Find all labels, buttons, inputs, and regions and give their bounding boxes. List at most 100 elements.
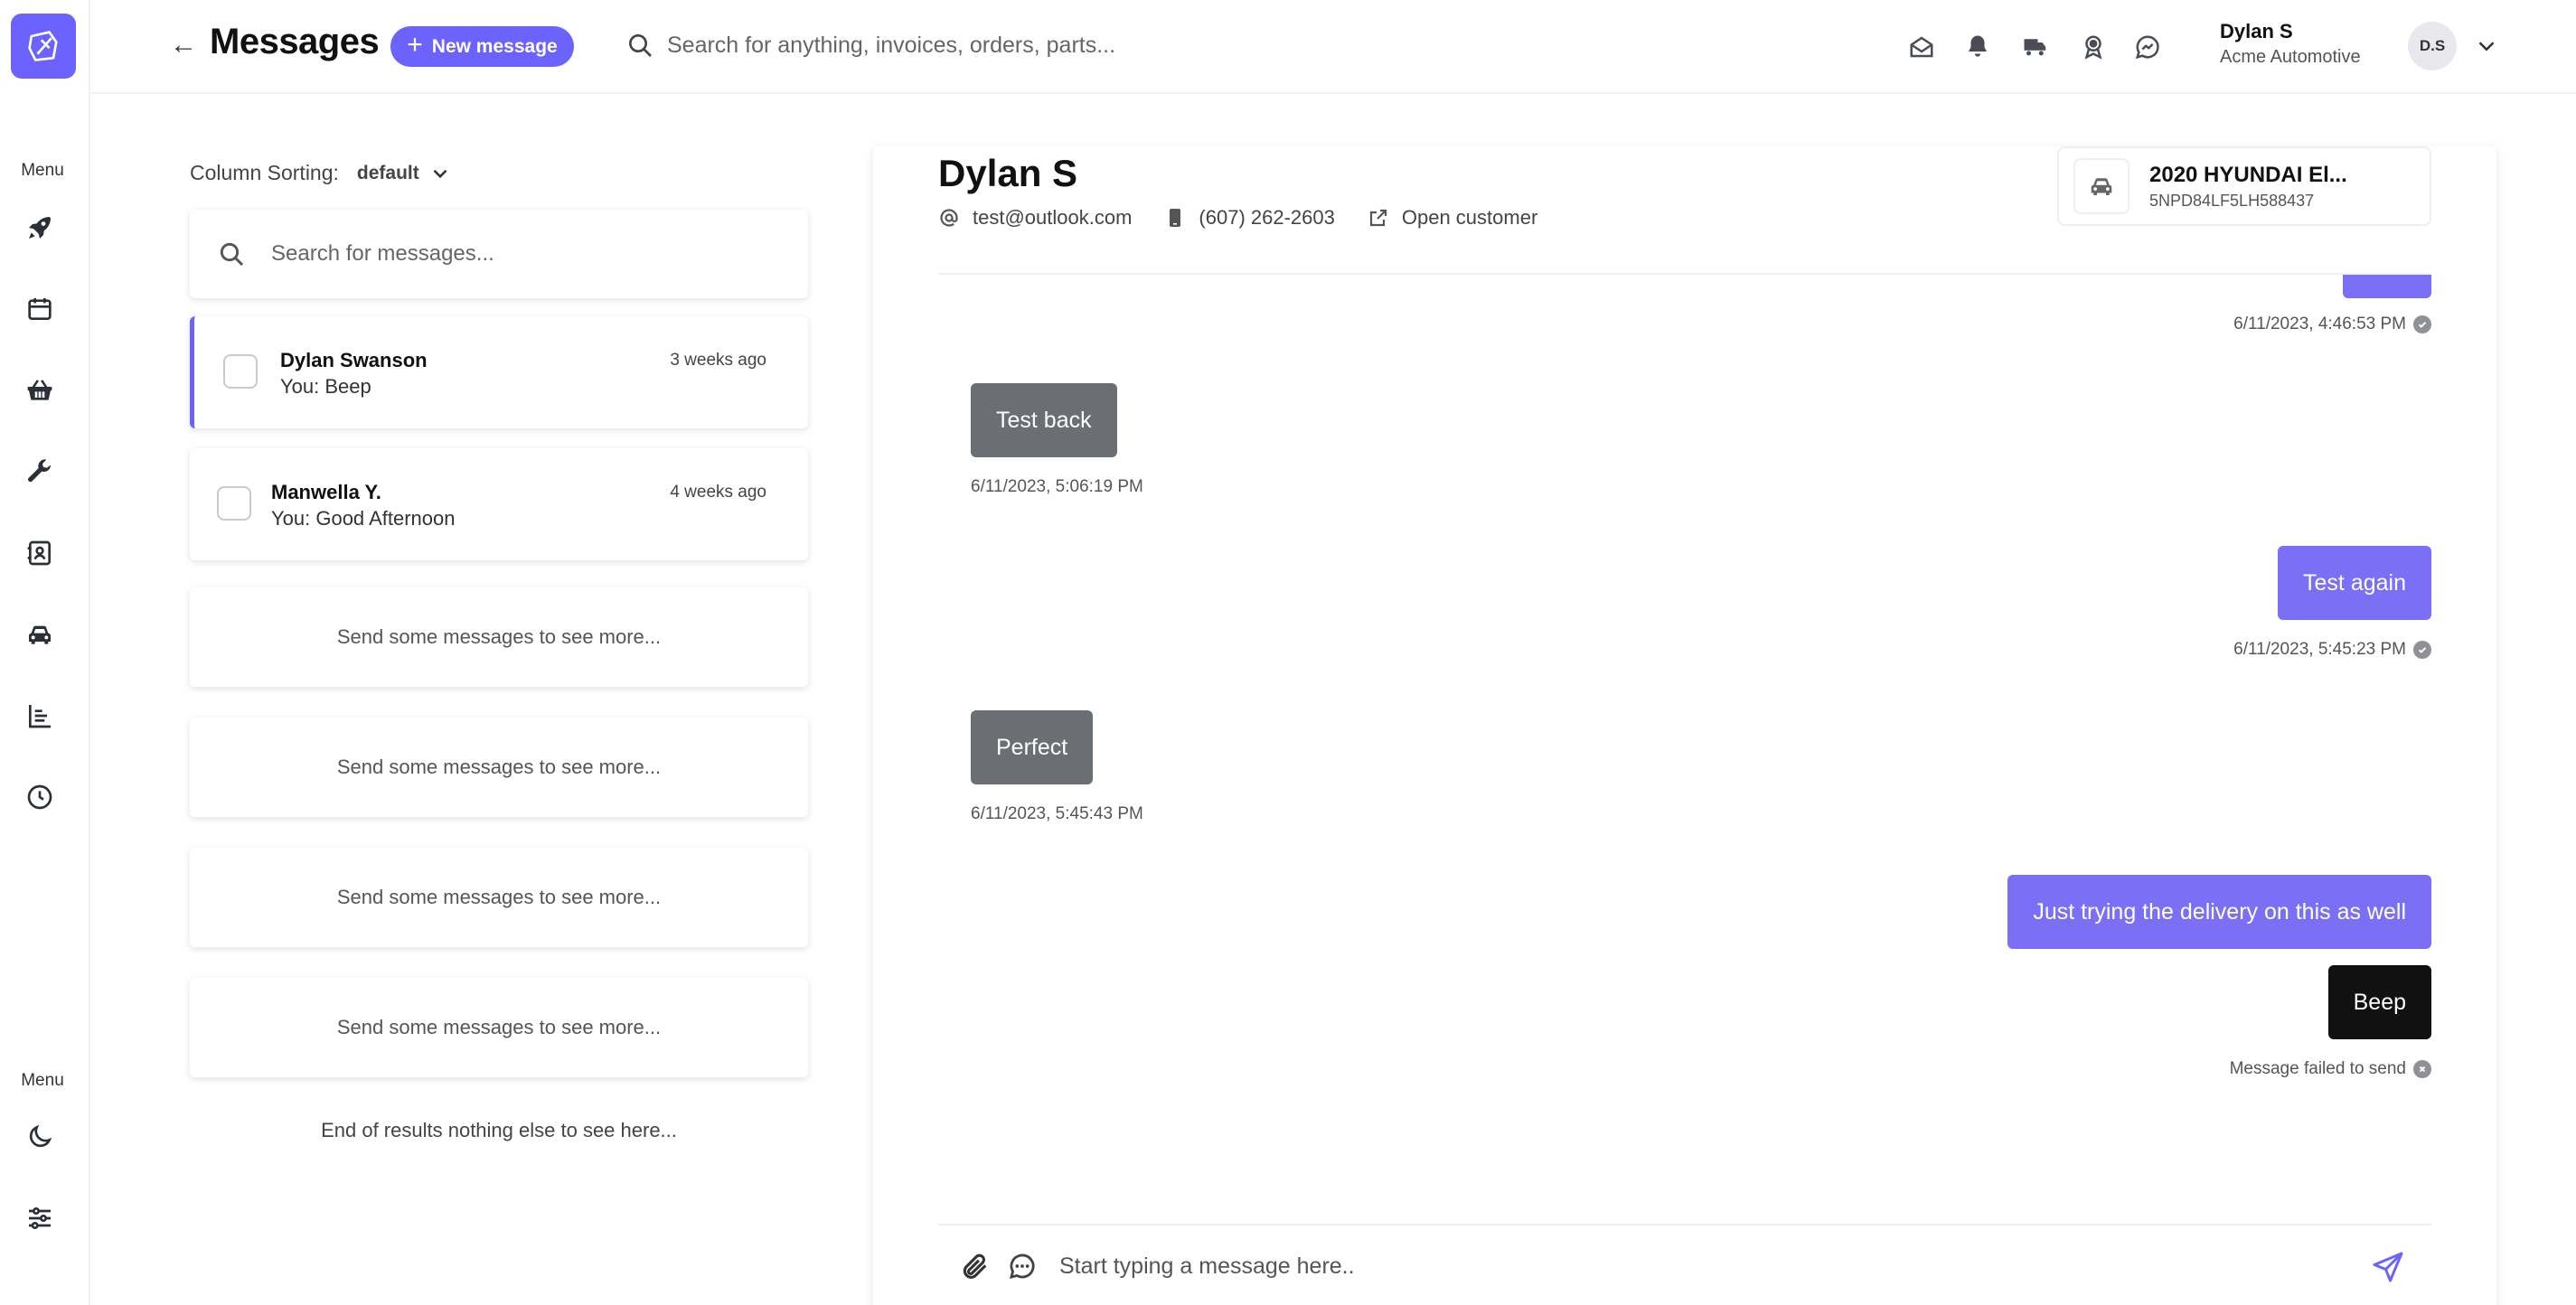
open-customer-link[interactable]: Open customer [1368, 206, 1537, 230]
chat-bubble-icon[interactable] [1007, 1251, 1038, 1282]
message-input[interactable] [1059, 1253, 2234, 1280]
bell-icon [1969, 35, 1987, 57]
search-icon [629, 34, 652, 57]
search-icon [220, 242, 244, 267]
contact-phone: (607) 262-2603 [1164, 206, 1335, 230]
message-bubble-incoming: Test back [971, 383, 1117, 457]
message-timestamp: 6/11/2023, 5:45:23 PM [2233, 640, 2431, 660]
rail-dark-mode-button[interactable] [22, 1119, 58, 1155]
message-thread: 6/11/2023, 4:46:53 PM Test back 6/11/202… [938, 275, 2431, 1305]
avatar[interactable]: D.S [2408, 22, 2457, 70]
composer-divider [938, 1224, 2431, 1225]
sort-value[interactable]: default [357, 163, 419, 184]
logo-icon [28, 31, 58, 61]
conversation-time: 4 weeks ago [670, 483, 766, 502]
contact-email-text: test@outlook.com [973, 206, 1133, 229]
message-bubble-failed: Beep [2327, 965, 2431, 1039]
conversation-checkbox[interactable] [217, 486, 251, 521]
chevron-down-icon[interactable] [428, 162, 452, 185]
car-icon [29, 625, 51, 644]
wrench-icon [28, 459, 51, 483]
global-search-input[interactable] [667, 32, 1390, 59]
new-message-label: New message [431, 35, 558, 57]
contacts-icon [27, 540, 51, 566]
inbox-button[interactable] [1905, 31, 1938, 63]
message-composer [960, 1244, 2370, 1289]
send-icon[interactable] [2370, 1249, 2406, 1285]
open-customer-label: Open customer [1401, 206, 1538, 229]
clock-icon [27, 784, 52, 810]
notifications-button[interactable] [1961, 31, 1994, 63]
back-arrow-icon[interactable]: ← [170, 29, 199, 61]
conversation-preview: You: Beep [280, 375, 371, 398]
deliveries-button[interactable] [2019, 31, 2052, 63]
envelope-open-icon [1910, 36, 1933, 58]
truck-icon [2024, 39, 2046, 56]
moon-icon [29, 1124, 52, 1148]
sort-label: Column Sorting: [190, 161, 339, 184]
conversation-item[interactable]: Dylan Swanson You: Beep 3 weeks ago [190, 316, 808, 428]
vehicle-title: 2020 HYUNDAI El... [2149, 162, 2347, 187]
new-message-button[interactable]: + New message [390, 26, 574, 67]
message-timestamp: 6/11/2023, 4:46:53 PM [2233, 315, 2431, 334]
reports-icon [29, 705, 51, 728]
vehicle-card[interactable]: 2020 HYUNDAI El... 5NPD84LF5LH588437 [2057, 146, 2431, 226]
contact-email: test@outlook.com [938, 206, 1132, 230]
timestamp-text: 6/11/2023, 5:45:43 PM [971, 804, 1143, 823]
timestamp-text: 6/11/2023, 5:06:19 PM [971, 477, 1143, 496]
conversation-checkbox[interactable] [223, 354, 258, 389]
message-bubble-outgoing: Just trying the delivery on this as well [2007, 875, 2431, 949]
rail-basket-button[interactable] [22, 372, 58, 408]
badge-icon [2084, 35, 2102, 60]
car-icon [2091, 178, 2112, 195]
conversation-name: Dylan Swanson [280, 349, 428, 371]
messenger-button[interactable] [2131, 31, 2164, 63]
timestamp-text: 6/11/2023, 5:45:23 PM [2233, 640, 2406, 659]
rail-contacts-button[interactable] [22, 535, 58, 571]
rail-clock-button[interactable] [22, 779, 58, 815]
app-logo[interactable] [11, 14, 76, 79]
user-company: Acme Automotive [2220, 47, 2361, 67]
vehicle-info: 2020 HYUNDAI El... 5NPD84LF5LH588437 [2149, 163, 2347, 211]
at-icon [940, 209, 958, 227]
message-failed-status[interactable]: Message failed to send [2230, 1059, 2431, 1079]
rail-rocket-button[interactable] [22, 210, 58, 246]
messenger-icon [2135, 35, 2159, 60]
rail-calendar-button[interactable] [22, 291, 58, 327]
page-title: Messages [210, 22, 380, 61]
message-search [190, 210, 808, 298]
rail-wrench-button[interactable] [22, 454, 58, 490]
message-timestamp: 6/11/2023, 5:45:43 PM [971, 804, 1143, 824]
chevron-down-icon[interactable] [2473, 33, 2500, 60]
left-rail: Menu Menu [0, 0, 90, 1305]
paperclip-icon[interactable] [960, 1251, 991, 1282]
chat-panel: Dylan S test@outlook.com (607) 262-2603 … [873, 146, 2496, 1305]
timestamp-text: 6/11/2023, 4:46:53 PM [2233, 315, 2406, 333]
rail-reports-button[interactable] [22, 698, 58, 734]
conversation-name: Manwella Y. [271, 481, 381, 503]
conversation-time: 3 weeks ago [670, 351, 766, 370]
basket-icon [27, 380, 52, 400]
end-of-results: End of results nothing else to see here.… [321, 1119, 677, 1141]
contact-phone-text: (607) 262-2603 [1199, 206, 1335, 229]
placeholder-card: Send some messages to see more... [190, 718, 808, 817]
failed-status-text: Message failed to send [2229, 1059, 2406, 1078]
plus-icon: + [407, 30, 423, 60]
external-link-icon [1369, 209, 1387, 227]
rail-menu-label-top: Menu [21, 161, 64, 180]
rewards-button[interactable] [2077, 31, 2110, 63]
vehicle-vin: 5NPD84LF5LH588437 [2149, 191, 2315, 210]
top-header: ← Messages + New message Dylan S Acme Au… [90, 0, 2576, 94]
sliders-icon [29, 1207, 51, 1229]
delivered-check-icon [2413, 315, 2431, 333]
calendar-icon [28, 298, 52, 320]
message-search-input[interactable] [271, 241, 777, 267]
conversation-item[interactable]: Manwella Y. You: Good Afternoon 4 weeks … [190, 448, 808, 560]
rail-car-button[interactable] [22, 616, 58, 652]
placeholder-card: Send some messages to see more... [190, 587, 808, 687]
column-sorting: Column Sorting: default [190, 161, 452, 185]
message-bubble-incoming: Perfect [971, 710, 1094, 784]
rocket-icon [29, 217, 51, 239]
rail-settings-button[interactable] [22, 1200, 58, 1236]
delivered-check-icon [2413, 641, 2431, 659]
